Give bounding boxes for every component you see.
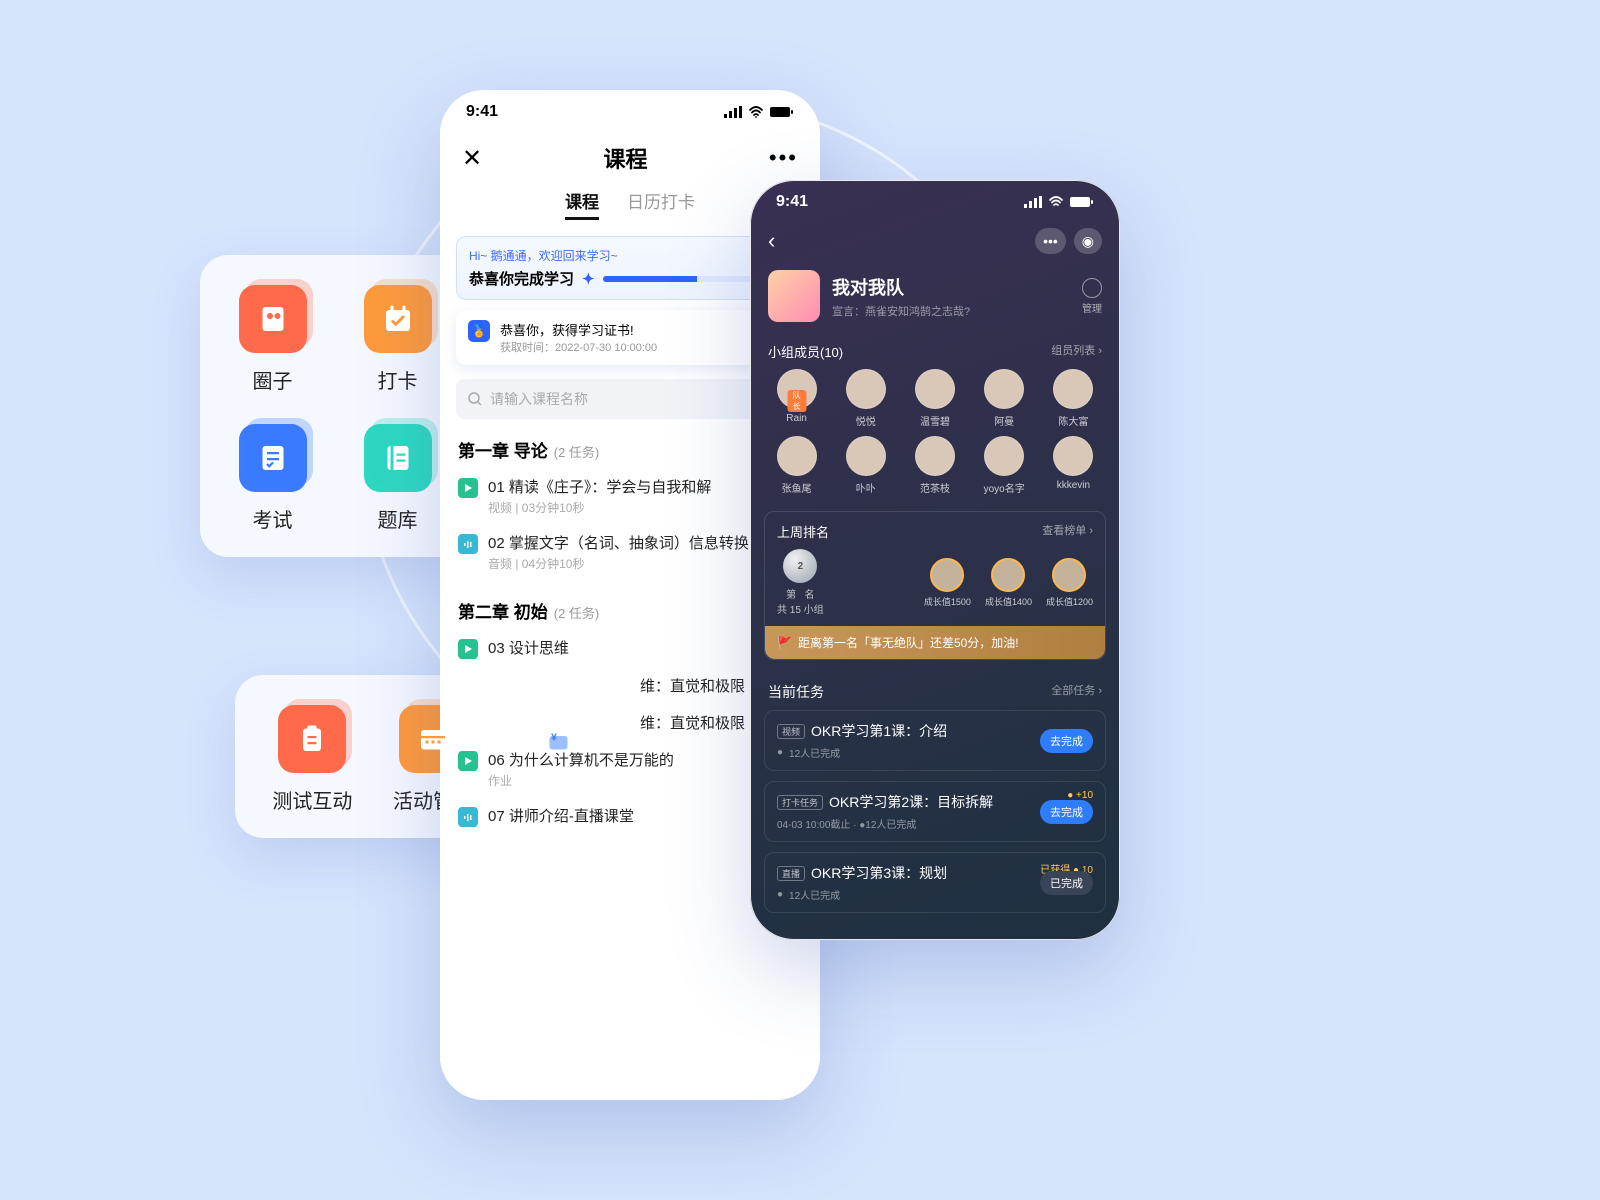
lesson-meta: 视频 | 03分钟10秒	[488, 499, 711, 516]
lesson-title: 07 讲师介绍-直播课堂	[488, 805, 634, 826]
feature-exam[interactable]: 考试	[226, 424, 319, 533]
back-icon[interactable]: ‹	[768, 228, 775, 254]
feature-question-bank[interactable]: 题库	[351, 424, 444, 533]
team-slogan: 宣言：燕雀安知鸿鹄之志哉?	[832, 303, 970, 319]
svg-text:¥: ¥	[551, 732, 557, 744]
status-time: 9:41	[776, 193, 808, 211]
audio-icon	[458, 807, 478, 827]
wifi-icon	[748, 106, 764, 118]
status-time: 9:41	[466, 103, 498, 121]
phone-team: 9:41 ‹ ••• ◉ 我对我队 宣言：燕雀安知鸿鹄之志哉? 管理 小组成员(…	[750, 180, 1120, 940]
chapter-title: 第二章 初始	[458, 598, 548, 623]
member-item[interactable]: 队长Rain	[764, 369, 829, 428]
feature-label: 圈子	[253, 365, 293, 394]
task-item[interactable]: 已获得 ● 10 直播OKR学习第3课：规划 ● 12人已完成 已完成	[764, 852, 1106, 913]
member-item[interactable]: 卟卟	[833, 436, 898, 495]
lesson-title: 01 精读《庄子》：学会与自我和解	[488, 476, 711, 497]
members-grid: 队长Rain 悦悦 温雪碧 阿曼 陈大富 张鱼尾 卟卟 范茶枝 yoyo名字 k…	[750, 369, 1120, 503]
feature-panel-1: 圈子 打卡 考试 题库	[200, 255, 470, 557]
rank-more-link[interactable]: 查看榜单 ›	[1042, 522, 1093, 541]
rank-encourage-banner: 🚩 距离第一名「事无绝队」还差50分，加油!	[765, 626, 1105, 659]
battery-icon	[1070, 196, 1094, 208]
chapter-count: (2 任务)	[554, 603, 600, 622]
member-item[interactable]: 陈大富	[1041, 369, 1106, 428]
tab-course[interactable]: 课程	[565, 188, 599, 220]
members-more-link[interactable]: 组员列表 ›	[1051, 342, 1102, 361]
task-go-button[interactable]: 去完成	[1040, 800, 1093, 824]
task-item[interactable]: 视频OKR学习第1课：介绍 ● 12人已完成 去完成	[764, 710, 1106, 771]
welcome-text: Hi~ 鹅通通，欢迎回来学习~	[469, 247, 791, 264]
member-item[interactable]: 阿曼	[972, 369, 1037, 428]
signal-icon	[1024, 196, 1042, 208]
feature-label: 题库	[378, 504, 418, 533]
ranker-item[interactable]: 成长值1400	[985, 558, 1032, 608]
lesson-meta: 作业	[488, 772, 674, 789]
member-item[interactable]: yoyo名字	[972, 436, 1037, 495]
feature-checkin[interactable]: 打卡	[351, 285, 444, 394]
target-pill[interactable]: ◉	[1074, 228, 1102, 254]
feature-label: 测试互动	[272, 785, 352, 814]
cert-title: 恭喜你，获得学习证书!	[500, 320, 657, 339]
feature-label: 考试	[253, 504, 293, 533]
task-item[interactable]: ● +10 打卡任务OKR学习第2课：目标拆解 04-03 10:00截止 · …	[764, 781, 1106, 842]
tab-calendar[interactable]: 日历打卡	[627, 188, 695, 220]
more-icon[interactable]: •••	[769, 145, 798, 171]
page-title: 课程	[603, 142, 647, 174]
audio-icon	[458, 534, 478, 554]
lesson-title: 02 掌握文字（名词、抽象词）信息转换	[488, 532, 749, 553]
ranker-item[interactable]: 成长值1500	[924, 558, 971, 608]
tasks-all-link[interactable]: 全部任务 ›	[1051, 682, 1102, 702]
gear-icon	[1082, 278, 1102, 298]
cert-icon: 🏅	[468, 320, 490, 342]
search-placeholder: 请输入课程名称	[490, 389, 588, 409]
team-avatar	[768, 270, 820, 322]
search-icon	[468, 392, 482, 406]
lesson-title: 维：直觉和极限	[640, 675, 745, 696]
video-icon	[458, 751, 478, 771]
congrats-text: 恭喜你完成学习	[469, 268, 574, 289]
task-done-button: 已完成	[1040, 871, 1093, 895]
chapter-title: 第一章 导论	[458, 437, 548, 462]
lesson-title: 维：直觉和极限	[640, 712, 745, 733]
tasks-title: 当前任务	[768, 682, 824, 702]
team-header: 我对我队 宣言：燕雀安知鸿鹄之志哉? 管理	[750, 262, 1120, 336]
lesson-meta: 音频 | 04分钟10秒	[488, 555, 749, 572]
status-indicators	[1024, 196, 1094, 208]
member-item[interactable]: 悦悦	[833, 369, 898, 428]
task-go-button[interactable]: 去完成	[1040, 729, 1093, 753]
rank-title: 上周排名	[777, 522, 829, 541]
manage-button[interactable]: 管理	[1082, 278, 1102, 315]
team-name: 我对我队	[832, 274, 970, 300]
status-bar: 9:41	[440, 90, 820, 134]
status-bar: 9:41	[750, 180, 1120, 224]
feature-test-interact[interactable]: 测试互动	[261, 705, 364, 814]
more-pill[interactable]: •••	[1035, 228, 1066, 254]
chapter-count: (2 任务)	[554, 442, 600, 461]
ranking-card: 上周排名 查看榜单 › 2 第 名 共 15 小组 成长值1500 成长值140…	[764, 511, 1106, 660]
member-item[interactable]: 范茶枝	[902, 436, 967, 495]
video-icon	[458, 639, 478, 659]
member-item[interactable]: 张鱼尾	[764, 436, 829, 495]
signal-icon	[724, 106, 742, 118]
flag-icon: 🚩	[777, 636, 792, 650]
lesson-title: 06 为什么计算机不是万能的	[488, 749, 674, 770]
feature-circle[interactable]: 圈子	[226, 285, 319, 394]
wifi-icon	[1048, 196, 1064, 208]
member-item[interactable]: 温雪碧	[902, 369, 967, 428]
members-title: 小组成员(10)	[768, 342, 843, 361]
close-icon[interactable]: ✕	[462, 144, 482, 173]
cert-time: 获取时间：2022-07-30 10:00:00	[500, 339, 657, 355]
status-indicators	[724, 106, 794, 118]
member-item[interactable]: kkkevin	[1041, 436, 1106, 495]
ranker-item[interactable]: 成长值1200	[1046, 558, 1093, 608]
rank-medal: 2 第 名 共 15 小组	[777, 549, 824, 616]
battery-icon	[770, 106, 794, 118]
lesson-title: 03 设计思维	[488, 637, 569, 658]
video-icon	[458, 478, 478, 498]
feature-label: 打卡	[378, 365, 418, 394]
